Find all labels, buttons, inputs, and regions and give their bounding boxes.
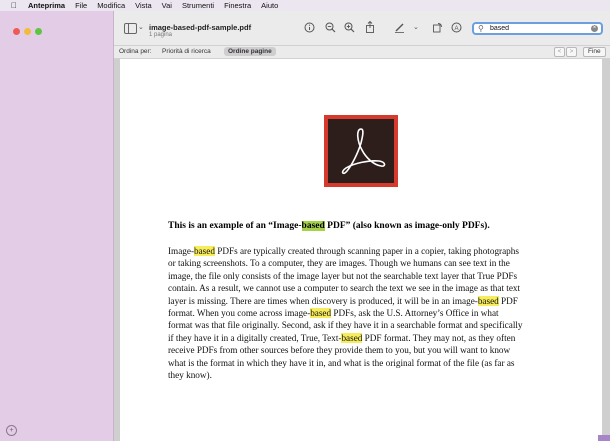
markup-pen-icon[interactable]: [394, 22, 405, 33]
search-match: based: [194, 246, 215, 256]
apple-icon[interactable]: : [8, 1, 20, 10]
document-canvas[interactable]: This is an example of an “Image-based PD…: [114, 59, 610, 441]
add-icon[interactable]: +: [6, 425, 17, 436]
done-button[interactable]: Fine: [583, 47, 606, 57]
search-icon: ⚲: [478, 24, 484, 33]
search-field[interactable]: ⚲ ×: [472, 22, 603, 35]
acrobat-icon: [341, 128, 386, 175]
annotate-icon[interactable]: A: [451, 22, 462, 33]
text-line: format was that file originally. Second,…: [168, 320, 523, 331]
sort-by-page-order-option[interactable]: Ordine pagine: [224, 47, 276, 56]
text-line: contain. As a result, we cannot use a co…: [168, 283, 521, 294]
menu-modifica[interactable]: Modifica: [97, 1, 125, 10]
zoom-out-icon[interactable]: [325, 22, 336, 33]
search-match: based: [310, 308, 332, 319]
document-title: image-based-pdf-sample.pdf: [149, 23, 252, 32]
menu-vista[interactable]: Vista: [135, 1, 152, 10]
page-count: 1 pagina: [149, 32, 173, 38]
menu-file[interactable]: File: [75, 1, 87, 10]
text-line: receive PDFs from other sources before t…: [168, 345, 511, 356]
text-line: they know).: [168, 370, 212, 381]
clear-search-icon[interactable]: ×: [591, 25, 598, 32]
sidebar-toggle-icon[interactable]: [124, 23, 137, 34]
preview-window: + ⌄ image-based-pdf-sample.pdf 1 pagina …: [0, 11, 610, 441]
search-match-current: based: [301, 221, 325, 231]
menu-vai[interactable]: Vai: [162, 1, 172, 10]
page-heading: This is an example of an “Image-based PD…: [168, 221, 490, 231]
sort-label: Ordina per:: [119, 48, 152, 55]
pdf-page: This is an example of an “Image-based PD…: [120, 59, 602, 441]
chevron-down-icon[interactable]: ⌄: [138, 22, 144, 34]
menu-aiuto[interactable]: Aiuto: [261, 1, 278, 10]
zoom-window-button[interactable]: [35, 28, 42, 35]
text-line: Image-based PDFs are typically created t…: [168, 246, 519, 256]
share-icon[interactable]: [365, 21, 375, 33]
sidebar: +: [0, 11, 114, 441]
toolbar: ⌄ image-based-pdf-sample.pdf 1 pagina ⌄ …: [114, 11, 610, 46]
text-line: layer is missing. There are times when d…: [168, 295, 518, 306]
sort-by-relevance-option[interactable]: Priorità di ricerca: [158, 47, 215, 56]
text-line: format. When you come across image-based…: [168, 308, 499, 319]
minimize-window-button[interactable]: [24, 28, 31, 35]
text-line: what is the format in which they have it…: [168, 357, 515, 368]
menu-strumenti[interactable]: Strumenti: [182, 1, 214, 10]
search-input[interactable]: [490, 24, 585, 33]
menu-app-name[interactable]: Anteprima: [28, 1, 65, 10]
text-line: if they have it in a digitally created, …: [168, 332, 516, 343]
chevron-down-icon[interactable]: ⌄: [413, 22, 419, 34]
svg-text:A: A: [454, 26, 458, 32]
zoom-in-icon[interactable]: [344, 22, 355, 33]
text-line: or taking screenshots. To a computer, th…: [168, 258, 510, 269]
search-match: based: [341, 332, 363, 343]
menu-finestra[interactable]: Finestra: [224, 1, 251, 10]
rotate-icon[interactable]: [432, 22, 443, 33]
info-icon[interactable]: [304, 22, 315, 33]
menu-bar:  Anteprima File Modifica Vista Vai Stru…: [0, 0, 610, 11]
next-result-button[interactable]: >: [566, 47, 577, 57]
search-match: based: [477, 295, 499, 306]
resize-handle[interactable]: [598, 435, 610, 441]
close-window-button[interactable]: [13, 28, 20, 35]
previous-result-button[interactable]: <: [554, 47, 565, 57]
find-bar: Ordina per: Priorità di ricerca Ordine p…: [114, 46, 610, 59]
text-line: image, the file only consists of the ima…: [168, 270, 518, 281]
page-paragraph: Image-based PDFs are typically created t…: [168, 245, 560, 381]
acrobat-logo: [324, 115, 398, 187]
